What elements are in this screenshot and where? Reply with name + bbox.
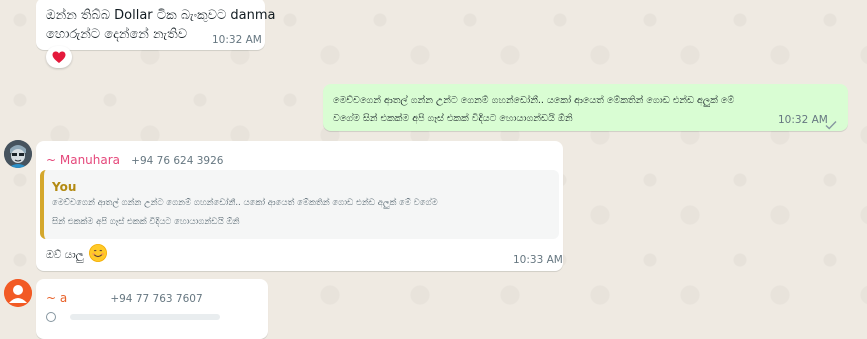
quoted-text-line: මෙච්චගෙන් ආතල් ගන්න උන්ට ගෙනම් ගහන්ඩෝනී.… xyxy=(52,198,438,208)
smiling-face-emoji-icon xyxy=(89,244,108,262)
sender-phone: +94 77 763 7607 xyxy=(110,293,203,305)
message-bubble[interactable]: ~ Manuhara +94 76 624 3926 You මෙච්චගෙන්… xyxy=(36,141,563,271)
message-text-line: හොරුන්ට දෙන්නේ නැතිව xyxy=(46,27,188,42)
message-text-line: මෙච්චගෙන් ආතල් ගන්න උන්ට ගෙනම් ගහන්ඩෝනී.… xyxy=(333,95,735,106)
deleted-message-placeholder xyxy=(46,307,246,322)
message-bubble[interactable]: ~ a +94 77 763 7607 xyxy=(36,279,268,339)
avatar-a[interactable] xyxy=(4,279,32,307)
sender-name[interactable]: ~ a xyxy=(46,291,67,305)
heart-reaction-icon[interactable] xyxy=(46,46,72,68)
message-bubble-outgoing[interactable]: මෙච්චගෙන් ආතල් ගන්න උන්ට ගෙනම් ගහන්ඩෝනී.… xyxy=(323,84,848,131)
quoted-text-line: සින් එකක්ම අපි ගෑස් එකක් විදියට හොයාගන්ඩ… xyxy=(52,217,240,227)
quoted-author: You xyxy=(52,180,77,194)
message-text: ඔව් යාලු xyxy=(46,249,84,261)
sender-name[interactable]: ~ Manuhara xyxy=(46,153,120,167)
quoted-message[interactable]: You මෙච්චගෙන් ආතල් ගන්න උන්ට ගෙනම් ගහන්ඩ… xyxy=(40,170,559,239)
message-text-line: වගේම සින් එකක්ම අපි ගෑස් එකක් විදියට හොය… xyxy=(333,113,573,124)
sender-phone: +94 76 624 3926 xyxy=(131,155,224,167)
message-text-line: ඔන්න තිබ්බ Dollar ටික බැංකුවට danma xyxy=(46,8,276,23)
avatar-manuhara[interactable] xyxy=(4,140,32,168)
read-receipt-check-icon xyxy=(825,115,837,134)
message-timestamp: 10:32 AM xyxy=(212,34,262,46)
message-timestamp: 10:33 AM xyxy=(513,254,563,266)
message-timestamp: 10:32 AM xyxy=(778,114,828,126)
message-bubble[interactable]: ඔන්න තිබ්බ Dollar ටික බැංකුවට danma හොරු… xyxy=(36,0,276,50)
